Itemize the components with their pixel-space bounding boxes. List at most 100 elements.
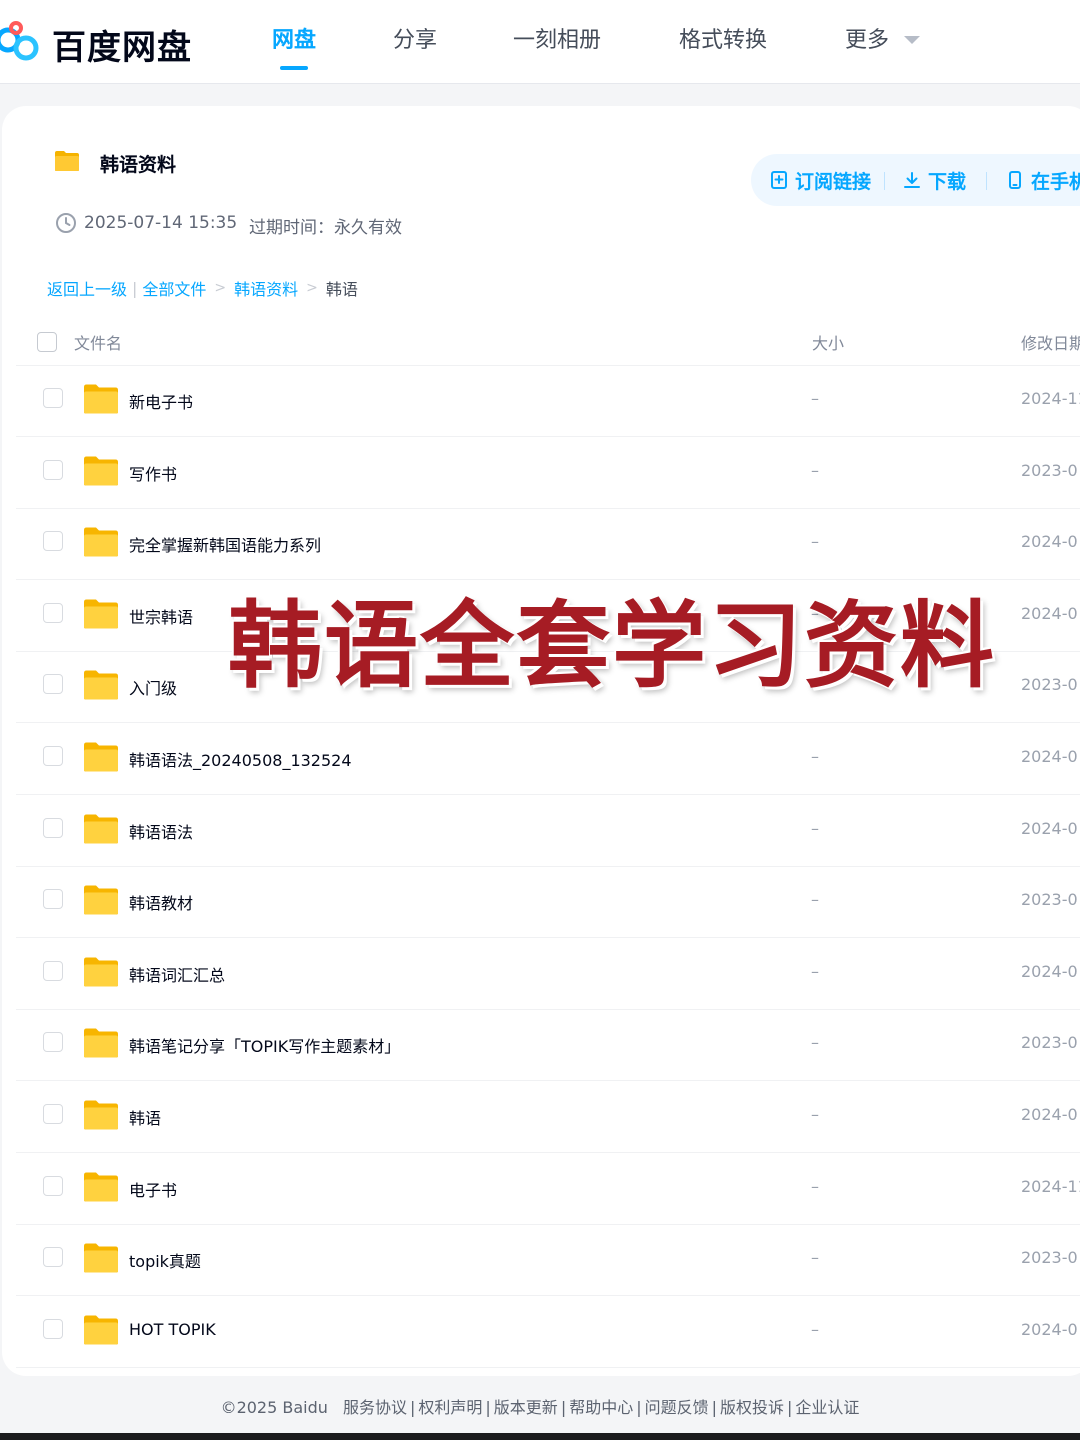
file-row[interactable]: topik真题 – 2023-0 <box>16 1224 1080 1297</box>
folder-icon <box>84 599 118 629</box>
chevron-right-icon: > <box>306 280 318 296</box>
file-size: – <box>811 818 819 838</box>
file-name[interactable]: 世宗韩语 <box>129 604 193 628</box>
column-header-name[interactable]: 文件名 <box>74 330 122 354</box>
file-name[interactable]: topik真题 <box>129 1248 201 1272</box>
nav-item-moment-album[interactable]: 一刻相册 <box>513 22 601 54</box>
file-row[interactable]: 世宗韩语 – 2024-0 <box>16 580 1080 652</box>
file-size: – <box>811 675 819 695</box>
file-modified-date: 2023-0 <box>1021 1248 1078 1268</box>
file-modified-date: 2024-11 <box>1021 1176 1080 1196</box>
file-name[interactable]: 新电子书 <box>129 389 193 413</box>
row-checkbox[interactable] <box>43 1104 63 1124</box>
row-checkbox[interactable] <box>43 889 63 910</box>
file-modified-date: 2023-0 <box>1021 460 1078 480</box>
chevron-down-icon[interactable] <box>904 36 920 44</box>
breadcrumb-all-files-link[interactable]: 全部文件 <box>142 276 206 300</box>
file-name[interactable]: 写作书 <box>129 461 177 485</box>
column-header-date[interactable]: 修改日期 <box>1021 330 1080 354</box>
footer-link[interactable]: 服务协议 <box>343 1398 407 1417</box>
row-checkbox[interactable] <box>43 1318 63 1339</box>
file-name[interactable]: 韩语语法_20240508_132524 <box>129 747 352 771</box>
file-modified-date: 2024-0 <box>1021 532 1078 552</box>
footer-divider: | <box>560 1398 567 1417</box>
nav-item-format-convert[interactable]: 格式转换 <box>679 22 767 54</box>
file-row[interactable]: 完全掌握新韩国语能力系列 – 2024-0 <box>16 508 1080 581</box>
subscribe-icon <box>771 171 787 189</box>
footer-link[interactable]: 版权投诉 <box>720 1398 784 1417</box>
file-size: – <box>811 1248 819 1268</box>
breadcrumb-current: 韩语 <box>325 280 358 299</box>
row-checkbox[interactable] <box>43 746 63 766</box>
select-all-checkbox[interactable] <box>37 332 57 352</box>
file-row[interactable]: 韩语词汇汇总 – 2024-0 <box>16 938 1080 1010</box>
file-name[interactable]: HOT TOPIK <box>129 1320 216 1339</box>
row-checkbox[interactable] <box>43 674 63 695</box>
folder-icon <box>84 384 118 414</box>
subscribe-link-button[interactable]: 订阅链接 <box>769 166 871 194</box>
footer-divider: | <box>711 1398 718 1417</box>
share-title: 韩语资料 <box>100 154 177 176</box>
download-button[interactable]: 下载 <box>902 166 966 194</box>
share-actions-bar: 订阅链接 下载 在手机 <box>751 154 1080 206</box>
folder-icon <box>84 1243 118 1273</box>
row-checkbox[interactable] <box>43 1247 63 1268</box>
file-row[interactable]: 韩语笔记分享「TOPIK写作主题素材」 – 2023-0 <box>16 1009 1080 1082</box>
file-row[interactable]: 韩语 – 2024-0 <box>16 1081 1080 1153</box>
file-modified-date: 2023-0 <box>1021 890 1078 910</box>
file-size: – <box>811 1033 819 1053</box>
row-checkbox[interactable] <box>43 459 63 480</box>
row-checkbox[interactable] <box>43 960 63 981</box>
file-row[interactable]: 写作书 – 2023-0 <box>16 437 1080 509</box>
row-checkbox[interactable] <box>43 1032 63 1053</box>
nav-item-share[interactable]: 分享 <box>393 22 437 54</box>
file-row[interactable]: HOT TOPIK – 2024-0 <box>16 1296 1080 1368</box>
folder-icon <box>84 670 118 700</box>
folder-icon <box>84 1315 118 1345</box>
file-row[interactable]: 韩语教材 – 2023-0 <box>16 866 1080 939</box>
file-modified-date: 2024-0 <box>1021 603 1078 623</box>
footer-link[interactable]: 权利声明 <box>418 1398 482 1417</box>
file-size: – <box>811 389 819 408</box>
breadcrumb-parent-link[interactable]: 韩语资料 <box>234 276 298 300</box>
file-name[interactable]: 完全掌握新韩国语能力系列 <box>129 532 321 556</box>
footer-link[interactable]: 企业认证 <box>795 1398 859 1417</box>
nav-item-netdisk[interactable]: 网盘 <box>272 22 316 54</box>
footer-divider: | <box>636 1398 642 1417</box>
open-on-phone-label: 在手机 <box>1031 170 1080 193</box>
file-row[interactable]: 韩语语法 – 2024-0 <box>16 795 1080 867</box>
subscribe-link-label: 订阅链接 <box>795 170 872 193</box>
share-expire-time: 过期时间：永久有效 <box>249 218 402 238</box>
file-row[interactable]: 入门级 – 2023-0 <box>16 651 1080 724</box>
row-checkbox[interactable] <box>43 602 63 623</box>
row-checkbox[interactable] <box>43 817 63 838</box>
row-checkbox[interactable] <box>43 388 63 408</box>
footer-link[interactable]: 问题反馈 <box>645 1398 709 1417</box>
file-name[interactable]: 韩语笔记分享「TOPIK写作主题素材」 <box>129 1033 400 1057</box>
file-table-header: 文件名 大小 修改日期 <box>16 322 1080 366</box>
row-checkbox[interactable] <box>43 1175 63 1196</box>
download-icon <box>904 172 920 188</box>
bottom-system-bar <box>0 1433 1080 1440</box>
file-name[interactable]: 韩语 <box>129 1105 161 1129</box>
row-checkbox[interactable] <box>43 531 63 552</box>
file-name[interactable]: 入门级 <box>129 675 177 699</box>
open-on-phone-button[interactable]: 在手机 <box>1005 166 1080 194</box>
file-name[interactable]: 电子书 <box>129 1177 177 1201</box>
file-name[interactable]: 韩语教材 <box>129 890 193 914</box>
footer-link[interactable]: 帮助中心 <box>569 1398 633 1417</box>
file-row[interactable]: 新电子书 – 2024-11 <box>16 365 1080 437</box>
file-name[interactable]: 韩语词汇汇总 <box>129 962 225 986</box>
brand-logo[interactable]: 百度网盘 <box>0 14 200 70</box>
breadcrumb-back-link[interactable]: 返回上一级 <box>47 276 127 300</box>
top-nav-bar: 百度网盘 网盘 分享 一刻相册 格式转换 更多 <box>0 0 1080 84</box>
footer-link[interactable]: 版本更新 <box>494 1398 558 1417</box>
file-row[interactable]: 韩语语法_20240508_132524 – 2024-0 <box>16 723 1080 795</box>
file-size: – <box>811 532 819 552</box>
file-name[interactable]: 韩语语法 <box>129 819 193 843</box>
nav-item-more[interactable]: 更多 <box>845 22 889 54</box>
column-header-size[interactable]: 大小 <box>812 330 844 354</box>
file-row[interactable]: 电子书 – 2024-11 <box>16 1153 1080 1225</box>
footer-divider: | <box>485 1398 491 1417</box>
file-modified-date: 2023-0 <box>1021 1033 1078 1053</box>
